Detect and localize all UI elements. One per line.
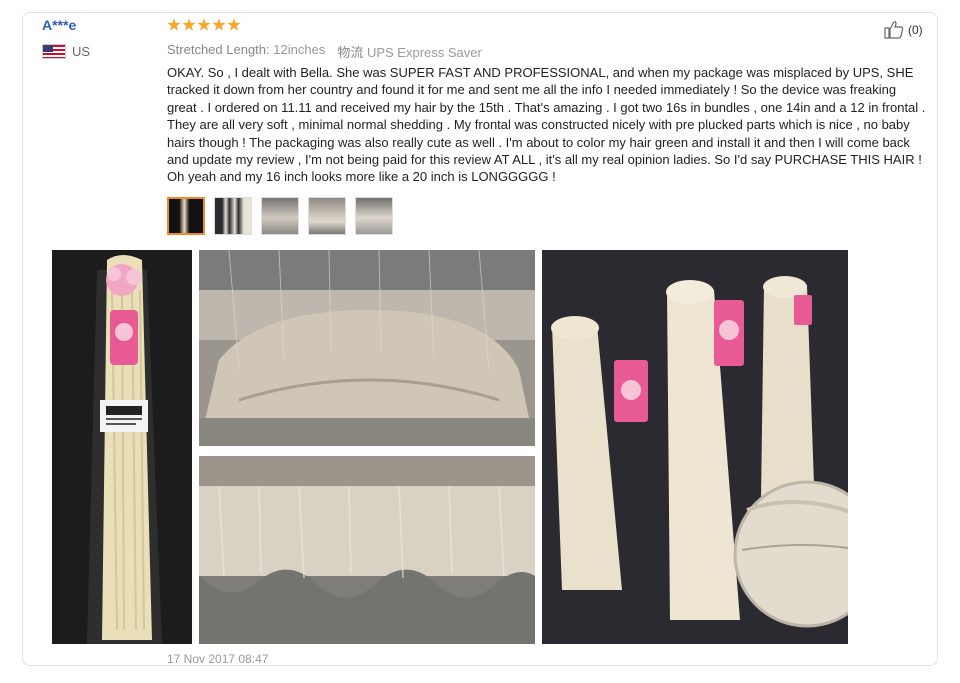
shipping-label: 物流 — [337, 45, 364, 60]
length-value: 12inches — [273, 42, 326, 57]
thumbs-up-icon — [884, 21, 904, 39]
frontal-closeup-image — [199, 250, 535, 446]
star-icon — [227, 18, 241, 31]
frontal-lace-image — [199, 456, 535, 644]
photo-thumbnail-2[interactable] — [214, 197, 252, 235]
photo-thumbnails — [167, 197, 393, 235]
photo-thumbnail-4[interactable] — [308, 197, 346, 235]
review-photo-frontal-closeup-1[interactable] — [199, 250, 535, 446]
review-photo-three-bundles[interactable] — [542, 250, 848, 644]
us-flag-icon — [42, 44, 66, 59]
reviewer-country: US — [42, 44, 90, 59]
star-icon — [167, 18, 181, 31]
review-photo-frontal-closeup-2[interactable] — [199, 456, 535, 644]
country-code: US — [72, 44, 91, 59]
photo-thumbnail-1[interactable] — [167, 197, 205, 235]
reviewer-name: A***e — [42, 17, 77, 33]
helpful-button[interactable]: (0) — [884, 20, 923, 39]
star-icon — [182, 18, 196, 31]
three-bundles-image — [542, 250, 848, 644]
star-icon — [197, 18, 211, 31]
review-text: OKAY. So , I dealt with Bella. She was S… — [167, 65, 926, 185]
star-icon — [212, 18, 226, 31]
star-rating — [167, 18, 241, 32]
bundle-package-image — [52, 250, 192, 644]
shipping-value: UPS Express Saver — [366, 45, 482, 60]
photo-thumbnail-5[interactable] — [355, 197, 393, 235]
helpful-count: (0) — [908, 22, 923, 37]
photo-thumbnail-3[interactable] — [261, 197, 299, 235]
review-meta: Stretched Length: 12inches 物流 UPS Expres… — [167, 42, 482, 61]
review-date: 17 Nov 2017 08:47 — [167, 652, 269, 666]
length-label: Stretched Length: — [167, 42, 270, 57]
review-photo-bundle-package[interactable] — [52, 250, 192, 644]
